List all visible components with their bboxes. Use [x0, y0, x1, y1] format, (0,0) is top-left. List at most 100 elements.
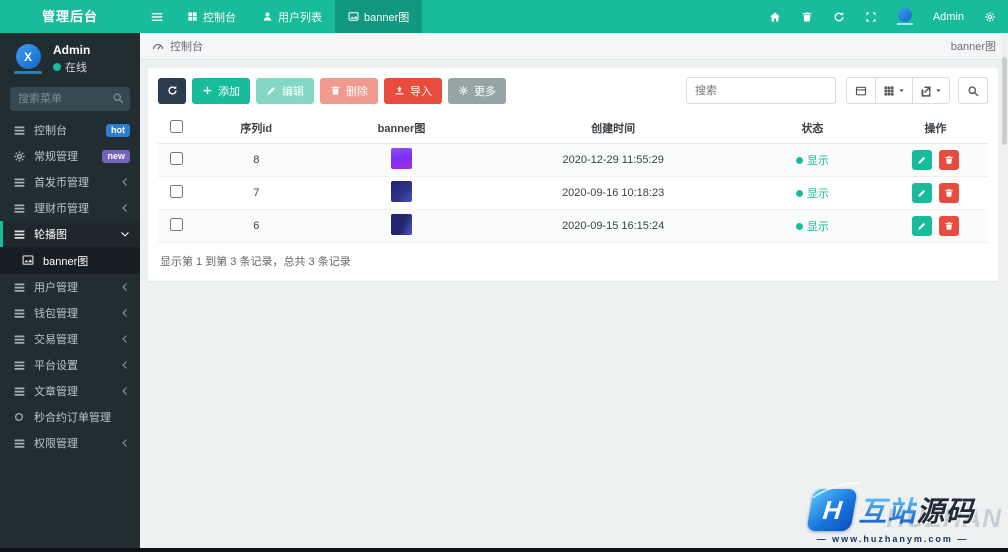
col-header-actions[interactable]: 操作	[882, 113, 988, 144]
row-checkbox[interactable]	[169, 218, 183, 231]
status-dot-icon	[795, 156, 803, 164]
row-delete-button[interactable]	[938, 150, 959, 170]
pencil-icon	[918, 222, 926, 230]
row-edit-button[interactable]	[911, 216, 932, 236]
plus-icon	[202, 85, 213, 96]
sidebar-item-articles[interactable]: 文章管理	[0, 378, 140, 404]
columns-button[interactable]	[876, 77, 913, 104]
row-edit-button[interactable]	[911, 150, 932, 170]
row-delete-button[interactable]	[938, 183, 959, 203]
new-badge: new	[102, 149, 130, 163]
sidebar-item-wallet[interactable]: 钱包管理	[0, 300, 140, 326]
sidebar-item-ipo-coin[interactable]: 首发币管理	[0, 169, 140, 195]
trash-icon	[945, 222, 953, 230]
nav-tabs: 控制台 用户列表 banner图	[174, 0, 423, 33]
user-name: Admin	[53, 43, 91, 57]
row-created-time: 2020-12-29 11:55:29	[484, 143, 742, 177]
status-badge: 显示	[795, 218, 829, 234]
main-area: 控制台 用户列表 banner图 Admin 控制台 banner图 添加 编辑…	[140, 0, 1008, 552]
table-header-row: 序列id banner图 创建时间 状态 操作	[158, 113, 988, 144]
row-edit-button[interactable]	[911, 183, 932, 203]
gear-icon	[458, 85, 469, 96]
chevron-left-icon	[120, 334, 130, 344]
bottom-edge	[0, 548, 1008, 552]
avatar-caption	[896, 23, 913, 25]
trash-icon[interactable]	[801, 11, 813, 23]
col-header-status[interactable]: 状态	[741, 113, 883, 144]
refresh-button[interactable]	[158, 77, 186, 104]
col-header-banner[interactable]: banner图	[318, 113, 485, 144]
search-button[interactable]	[958, 77, 988, 104]
avatar-logo-icon: X	[15, 44, 41, 69]
status-badge: 显示	[795, 185, 829, 201]
user-panel: X Admin 在线	[0, 33, 140, 79]
export-button[interactable]	[913, 77, 950, 104]
edit-button[interactable]: 编辑	[256, 77, 314, 104]
banner-thumbnail[interactable]	[391, 148, 412, 169]
col-header-id[interactable]: 序列id	[194, 113, 319, 144]
list-icon	[13, 202, 26, 215]
scrollbar[interactable]	[1001, 33, 1008, 552]
chevron-left-icon	[120, 203, 130, 213]
pagination-summary: 显示第 1 到第 3 条记录，总共 3 条记录	[160, 256, 351, 268]
row-id: 7	[194, 176, 319, 210]
upload-icon	[394, 85, 405, 96]
sidebar-item-carousel[interactable]: 轮播图	[0, 221, 140, 247]
add-button[interactable]: 添加	[192, 77, 250, 104]
more-button[interactable]: 更多	[448, 77, 506, 104]
sidebar-toggle-button[interactable]	[140, 0, 174, 33]
circle-icon	[13, 411, 26, 424]
row-checkbox[interactable]	[169, 152, 183, 165]
import-button[interactable]: 导入	[384, 77, 442, 104]
scrollbar-thumb[interactable]	[1002, 57, 1007, 145]
navbar-avatar[interactable]	[896, 8, 913, 25]
row-delete-button[interactable]	[938, 216, 959, 236]
chevron-left-icon	[120, 282, 130, 292]
caret-down-icon	[898, 87, 905, 94]
table-row: 8 2020-12-29 11:55:29 显示	[158, 143, 988, 177]
image-icon	[22, 254, 35, 267]
cogs-icon	[13, 150, 26, 163]
app-window: 管理后台 X Admin 在线 控制台	[0, 0, 1008, 552]
sidebar-item-banner[interactable]: banner图	[0, 247, 140, 274]
sidebar-item-general[interactable]: 常规管理 new	[0, 143, 140, 169]
avatar-caption	[14, 71, 42, 74]
banner-thumbnail[interactable]	[391, 181, 412, 202]
table-row: 6 2020-09-15 16:15:24 显示	[158, 209, 988, 243]
col-header-created[interactable]: 创建时间	[484, 113, 742, 144]
delete-button[interactable]: 删除	[320, 77, 378, 104]
gear-icon[interactable]	[984, 11, 996, 23]
sidebar-item-contract-orders[interactable]: 秒合约订单管理	[0, 404, 140, 430]
watermark-logo-icon: H	[806, 489, 859, 531]
row-checkbox[interactable]	[169, 185, 183, 198]
sidebar-item-console[interactable]: 控制台 hot	[0, 117, 140, 143]
export-icon	[920, 85, 932, 97]
toggle-view-button[interactable]	[846, 77, 876, 104]
sidebar-item-permissions[interactable]: 权限管理	[0, 430, 140, 456]
tab-console[interactable]: 控制台	[174, 0, 249, 33]
tab-banner[interactable]: banner图	[335, 0, 423, 33]
expand-icon[interactable]	[865, 11, 877, 23]
sidebar-item-users[interactable]: 用户管理	[0, 274, 140, 300]
tab-user-list[interactable]: 用户列表	[249, 0, 335, 33]
navbar-admin-label[interactable]: Admin	[933, 11, 964, 23]
select-all-checkbox[interactable]	[169, 120, 183, 133]
avatar: X	[12, 44, 44, 74]
sidebar-item-platform[interactable]: 平台设置	[0, 352, 140, 378]
sidebar-item-trade[interactable]: 交易管理	[0, 326, 140, 352]
chevron-left-icon	[120, 308, 130, 318]
breadcrumb: 控制台 banner图	[140, 33, 1008, 60]
sidebar-item-finance-coin[interactable]: 理财币管理	[0, 195, 140, 221]
breadcrumb-home[interactable]: 控制台	[170, 38, 203, 54]
refresh-icon[interactable]	[833, 11, 845, 23]
search-icon	[112, 92, 124, 104]
pencil-icon	[918, 156, 926, 164]
grid-icon	[883, 85, 895, 97]
list-icon	[13, 281, 26, 294]
row-created-time: 2020-09-15 16:15:24	[484, 209, 742, 243]
banner-thumbnail[interactable]	[391, 214, 412, 235]
user-status-label: 在线	[65, 62, 87, 74]
home-icon[interactable]	[769, 11, 781, 23]
toolbar: 添加 编辑 删除 导入 更多 搜索	[158, 77, 988, 104]
table-search-input[interactable]	[686, 77, 836, 104]
